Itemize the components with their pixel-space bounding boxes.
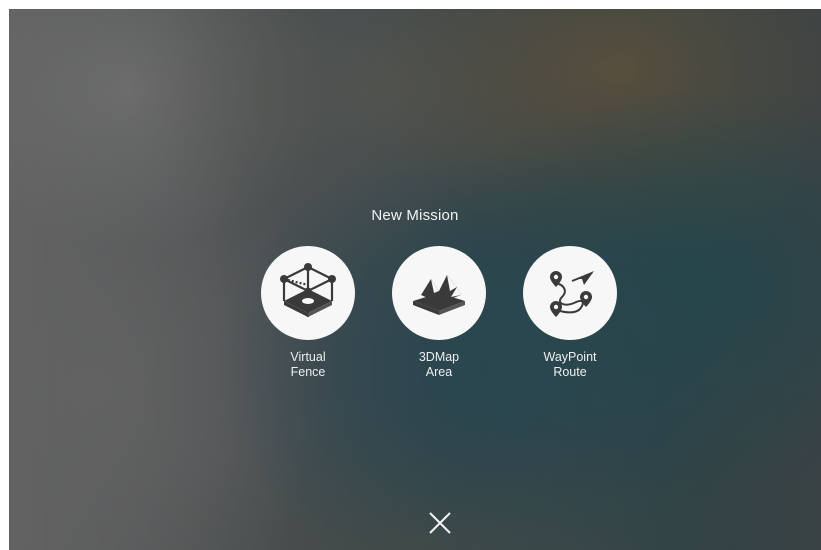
close-icon	[429, 512, 451, 534]
3dmap-area-button[interactable]	[392, 246, 486, 340]
virtual-fence-option[interactable]: Virtual Fence	[248, 246, 368, 380]
virtual-fence-button[interactable]	[261, 246, 355, 340]
3dmap-area-option[interactable]: 3DMap Area	[379, 246, 499, 380]
waypoint-route-label: WayPoint Route	[543, 350, 597, 379]
new-mission-screen: New Mission Virtual Fence 3DMap Area Way…	[9, 9, 821, 550]
3dmap-area-label: 3DMap Area	[418, 350, 460, 379]
page-title: New Mission	[371, 207, 459, 224]
waypoint-route-button[interactable]	[523, 246, 617, 340]
3dmap-area-icon	[413, 275, 465, 315]
virtual-fence-label: Virtual Fence	[290, 350, 326, 379]
close-button[interactable]	[424, 507, 456, 539]
virtual-fence-icon	[280, 263, 336, 317]
waypoint-route-icon	[550, 271, 594, 317]
waypoint-route-option[interactable]: WayPoint Route	[510, 246, 630, 380]
